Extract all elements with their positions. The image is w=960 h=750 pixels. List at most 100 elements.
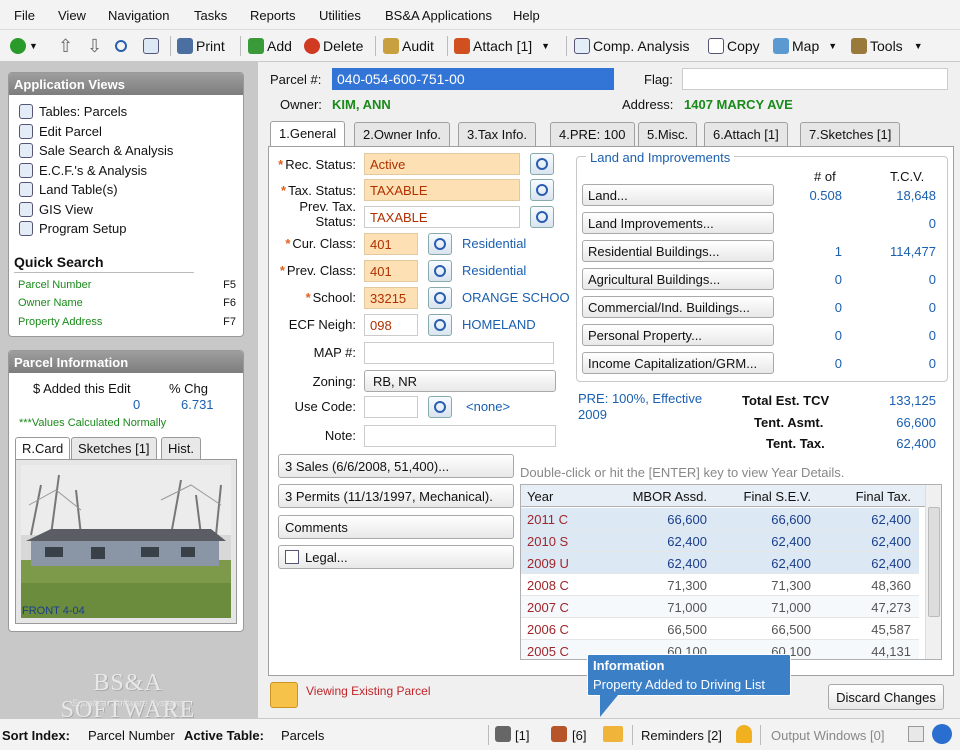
permits-button[interactable]: 3 Permits (11/13/1997, Mechanical). [278, 484, 514, 508]
land-row-button[interactable]: Income Capitalization/GRM... [582, 352, 774, 374]
quick-search-parcel-number[interactable]: Parcel Number F5 [18, 279, 236, 291]
year-cell: 66,600 [771, 512, 811, 527]
tab-pre[interactable]: 4.PRE: 100 [550, 122, 635, 146]
tax-status-field[interactable]: TAXABLE [364, 179, 520, 201]
view-program-setup[interactable]: Program Setup [19, 221, 126, 236]
year-row[interactable]: 2006 C 66,500 66,500 45,587 [521, 618, 919, 640]
chg-label: % Chg [169, 381, 209, 396]
year-table-scrollbar[interactable] [925, 485, 941, 659]
card-icon [143, 38, 159, 54]
menu-bsa-applications[interactable]: BS&A Applications [385, 8, 492, 23]
year-row[interactable]: 2009 U 62,400 62,400 62,400 [521, 552, 919, 574]
view-tables-parcels[interactable]: Tables: Parcels [19, 104, 127, 119]
ecf-neigh-lookup[interactable] [428, 314, 452, 336]
flag-field[interactable] [682, 68, 948, 90]
year-row[interactable]: 2007 C 71,000 71,000 47,273 [521, 596, 919, 618]
tab-general[interactable]: 1.General [270, 121, 346, 147]
land-row-button[interactable]: Residential Buildings... [582, 240, 774, 262]
discard-changes-button[interactable]: Discard Changes [828, 684, 944, 710]
tools-button[interactable]: Tools ▼ [851, 36, 923, 56]
menu-file[interactable]: File [14, 8, 35, 23]
menu-utilities[interactable]: Utilities [319, 8, 361, 23]
comments-button[interactable]: Comments [278, 515, 514, 539]
tab-tax-info[interactable]: 3.Tax Info. [458, 122, 536, 146]
land-row-button[interactable]: Commercial/Ind. Buildings... [582, 296, 774, 318]
copy-button[interactable]: Copy [708, 36, 760, 56]
school-lookup[interactable] [428, 287, 452, 309]
prev-tax-status-lookup[interactable] [530, 206, 554, 228]
menu-reports[interactable]: Reports [250, 8, 296, 23]
cur-class-lookup[interactable] [428, 233, 452, 255]
audit-button[interactable]: Audit [383, 36, 434, 56]
view-edit-parcel[interactable]: Edit Parcel [19, 124, 102, 139]
folder-icon[interactable] [603, 726, 623, 742]
use-code-lookup[interactable] [428, 396, 452, 418]
use-code-field[interactable] [364, 396, 418, 418]
ecf-neigh-field[interactable]: 098 [364, 314, 418, 336]
menu-navigation[interactable]: Navigation [108, 8, 169, 23]
scroll-thumb[interactable] [928, 507, 940, 617]
land-row-button[interactable]: Personal Property... [582, 324, 774, 346]
output-windows[interactable]: Output Windows [0] [771, 728, 884, 743]
tab-rcard[interactable]: R.Card [15, 437, 71, 459]
school-field[interactable]: 33215 [364, 287, 418, 309]
view-gis[interactable]: GIS View [19, 202, 93, 217]
tab-misc[interactable]: 5.Misc. [638, 122, 698, 146]
zoning-field[interactable]: RB, NR [364, 370, 556, 392]
rec-status-lookup[interactable] [530, 153, 554, 175]
address-label: Address: [622, 97, 674, 112]
print-button[interactable]: Print [177, 36, 225, 56]
land-row-button[interactable]: Agricultural Buildings... [582, 268, 774, 290]
toolbar-divider [375, 36, 376, 56]
land-row-button[interactable]: Land Improvements... [582, 212, 774, 234]
land-row-button[interactable]: Land... [582, 184, 774, 206]
tab-hist[interactable]: Hist. [161, 437, 201, 459]
help-icon[interactable] [932, 724, 952, 744]
year-row[interactable]: 2011 C 66,600 66,600 62,400 [521, 508, 919, 530]
menu-view[interactable]: View [58, 8, 86, 23]
year-details-hint: Double-click or hit the [ENTER] key to v… [520, 465, 845, 480]
add-button[interactable]: Add [248, 36, 292, 56]
card-button[interactable] [143, 36, 159, 56]
note-field[interactable] [364, 425, 556, 447]
year-row[interactable]: 2010 S 62,400 62,400 62,400 [521, 530, 919, 552]
prev-class-label: * Prev. Class: [279, 263, 356, 278]
driving-list-count[interactable]: [6] [572, 728, 586, 743]
tab-sketches[interactable]: Sketches [1] [71, 437, 157, 459]
tab-attach[interactable]: 6.Attach [1] [704, 122, 788, 146]
prev-class-lookup[interactable] [428, 260, 452, 282]
land-row-tcv: 0 [928, 216, 936, 231]
menu-help[interactable]: Help [513, 8, 540, 23]
prev-class-field[interactable]: 401 [364, 260, 418, 282]
view-ecf[interactable]: E.C.F.'s & Analysis [19, 163, 147, 178]
tab-sketches[interactable]: 7.Sketches [1] [800, 122, 901, 146]
map-field[interactable] [364, 342, 554, 364]
rec-status-field[interactable]: Active [364, 153, 520, 175]
status-divider [488, 725, 489, 745]
map-button[interactable]: Map ▼ [773, 36, 837, 56]
year-row[interactable]: 2008 C 71,300 71,300 48,360 [521, 574, 919, 596]
view-sale-search[interactable]: Sale Search & Analysis [19, 143, 173, 158]
comp-analysis-button[interactable]: Comp. Analysis [574, 36, 689, 56]
print-queue-count[interactable]: [1] [515, 728, 529, 743]
down-button[interactable]: ⇩ [87, 36, 102, 56]
quick-search-property-address[interactable]: Property Address F7 [18, 316, 236, 328]
attach-button[interactable]: Attach [1] ▼ [454, 36, 550, 56]
legal-button[interactable]: Legal... [278, 545, 514, 569]
parcel-number-field[interactable]: 040-054-600-751-00 [332, 68, 614, 90]
window-icon[interactable] [908, 726, 924, 742]
sales-button[interactable]: 3 Sales (6/6/2008, 51,400)... [278, 454, 514, 478]
quick-search-owner-name[interactable]: Owner Name F6 [18, 297, 236, 309]
tab-owner-info[interactable]: 2.Owner Info. [354, 122, 451, 146]
reminders[interactable]: Reminders [2] [641, 728, 722, 743]
prev-tax-status-field[interactable]: TAXABLE [364, 206, 520, 228]
bell-icon[interactable] [736, 725, 752, 743]
menu-tasks[interactable]: Tasks [194, 8, 227, 23]
delete-button[interactable]: Delete [304, 36, 363, 56]
search-button[interactable] [115, 36, 127, 56]
back-button[interactable]: ▼ [10, 36, 38, 56]
up-button[interactable]: ⇧ [58, 36, 73, 56]
view-land-tables[interactable]: Land Table(s) [19, 182, 118, 197]
cur-class-field[interactable]: 401 [364, 233, 418, 255]
tax-status-lookup[interactable] [530, 179, 554, 201]
